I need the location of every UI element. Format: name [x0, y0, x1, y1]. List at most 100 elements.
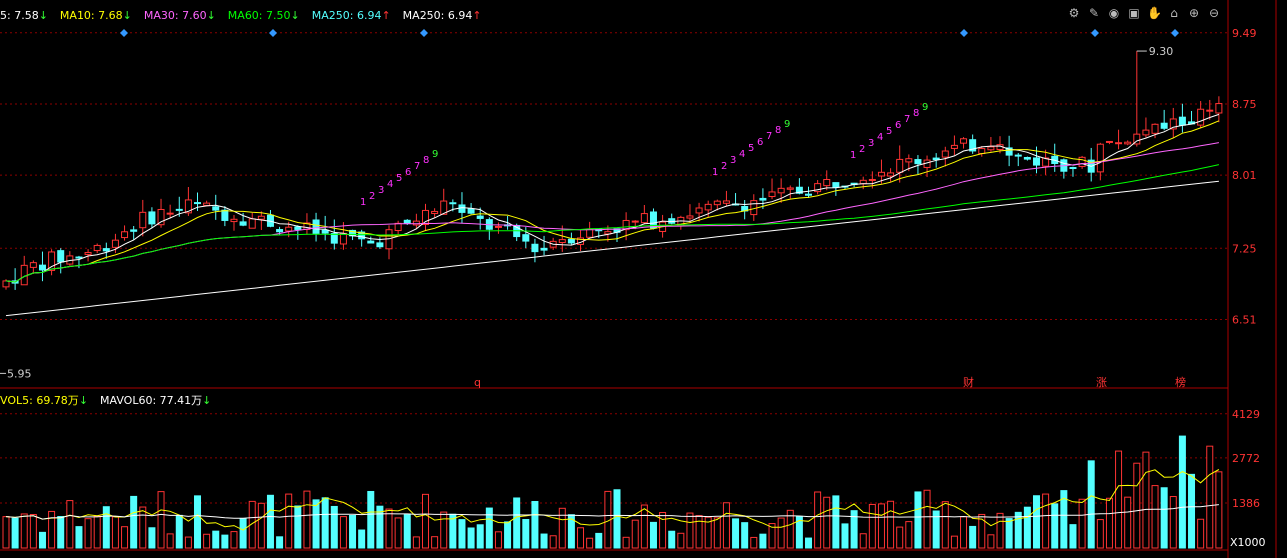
hand-icon[interactable]: ✋: [1147, 6, 1162, 20]
volume-bar: [1206, 445, 1214, 549]
candle-body: [1023, 156, 1031, 160]
pen-icon[interactable]: ✎: [1087, 6, 1101, 20]
candle-body: [540, 247, 548, 251]
zoom-in-icon[interactable]: ⊕: [1187, 6, 1201, 20]
volume-bar: [349, 514, 357, 549]
volume-bar: [212, 530, 220, 549]
candle-body: [139, 211, 147, 229]
zoom-out-icon[interactable]: ⊖: [1207, 6, 1221, 20]
legend-item: VOL5: 69.78万↓: [0, 394, 89, 407]
eye-icon[interactable]: ◉: [1107, 6, 1121, 20]
volume-bar: [540, 533, 548, 549]
volume-bar: [659, 512, 667, 549]
volume-bar: [139, 506, 147, 549]
volume-tick-label: 2772: [1232, 452, 1260, 465]
candle-body: [130, 229, 138, 232]
candle-body: [1032, 157, 1040, 166]
volume-bar: [1188, 473, 1196, 549]
candle-body: [421, 209, 429, 226]
candle-body: [1124, 141, 1132, 145]
candle-body: [1197, 108, 1205, 126]
volume-tick-label: 4129: [1232, 408, 1260, 421]
td-sequence-number: 6: [895, 120, 901, 131]
volume-bar: [686, 512, 694, 549]
td-sequence-number: 2: [859, 144, 865, 155]
candle-body: [877, 171, 885, 177]
td-sequence-number: 6: [405, 167, 411, 178]
volume-bar: [987, 534, 995, 549]
candle-body: [38, 264, 46, 271]
volume-bar: [586, 537, 594, 549]
volume-bar: [1178, 435, 1186, 549]
candle-body: [905, 158, 913, 163]
candle-body: [194, 202, 202, 205]
candle-body: [558, 239, 566, 244]
candle-body: [148, 211, 156, 225]
candle-body: [631, 220, 639, 223]
candle-body: [367, 240, 375, 244]
candle-body: [294, 226, 302, 230]
volume-bar: [713, 517, 721, 549]
volume-bar: [66, 500, 74, 549]
volume-bar: [905, 521, 913, 549]
legend-arrow: ↓: [122, 9, 132, 22]
candle-body: [960, 138, 968, 144]
candle-body: [2, 280, 10, 288]
candle-body: [805, 193, 813, 196]
volume-bar: [1096, 519, 1104, 549]
candle-body: [494, 225, 502, 228]
candle-body: [713, 200, 721, 206]
lock-icon[interactable]: ▣: [1127, 6, 1141, 20]
candle-body: [29, 262, 37, 268]
volume-bar: [157, 491, 165, 549]
td-sequence-number: 4: [877, 132, 883, 143]
stock-chart[interactable]: 9.498.758.017.256.51412927721386X10009.3…: [0, 0, 1287, 558]
volume-bar: [1005, 518, 1013, 549]
home-icon[interactable]: ⌂: [1167, 6, 1181, 20]
td-sequence-number: 5: [886, 126, 892, 137]
td-sequence-number: 3: [730, 155, 736, 166]
volume-bar: [1169, 496, 1177, 549]
candle-body: [914, 159, 922, 165]
td-sequence-number: 8: [775, 125, 781, 136]
volume-tick-label: 1386: [1232, 497, 1260, 510]
td-sequence-number: 7: [414, 161, 420, 172]
legend-arrow: ↓: [290, 9, 300, 22]
volume-bar: [1069, 524, 1077, 549]
legend-item: MA30: 7.60↓: [143, 9, 216, 22]
volume-bar: [868, 503, 876, 549]
volume-bar: [166, 533, 174, 549]
candle-body: [312, 219, 320, 234]
event-marker: 涨: [1096, 376, 1107, 389]
volume-bar: [504, 521, 512, 549]
candle-body: [111, 239, 119, 248]
volume-bar: [722, 502, 730, 549]
candle-body: [868, 178, 876, 181]
td-sequence-number: 6: [757, 137, 763, 148]
legend-arrow: ↓: [202, 394, 212, 407]
volume-bar: [276, 536, 284, 549]
volume-bar: [1133, 462, 1141, 549]
volume-bar: [230, 531, 238, 549]
td-sequence-number: 2: [369, 191, 375, 202]
settings-icon[interactable]: ⚙: [1067, 6, 1081, 20]
td-sequence-number: 9: [784, 119, 790, 130]
volume-bar: [1023, 506, 1031, 549]
td-sequence-number: 1: [360, 197, 366, 208]
candle-body: [467, 208, 475, 214]
volume-bar: [549, 535, 557, 549]
candle-body: [239, 221, 247, 226]
volume-bar: [48, 510, 56, 549]
candle-body: [640, 213, 648, 224]
volume-bar: [303, 490, 311, 549]
volume-bar: [996, 512, 1004, 549]
volume-bar: [595, 532, 603, 549]
volume-bar: [194, 495, 202, 549]
volume-bar: [467, 527, 475, 549]
candle-body: [978, 148, 986, 155]
candle-body: [20, 264, 28, 286]
volume-bar: [2, 516, 10, 549]
volume-bar: [184, 536, 192, 549]
candle-body: [203, 202, 211, 206]
volume-bar: [102, 506, 110, 549]
